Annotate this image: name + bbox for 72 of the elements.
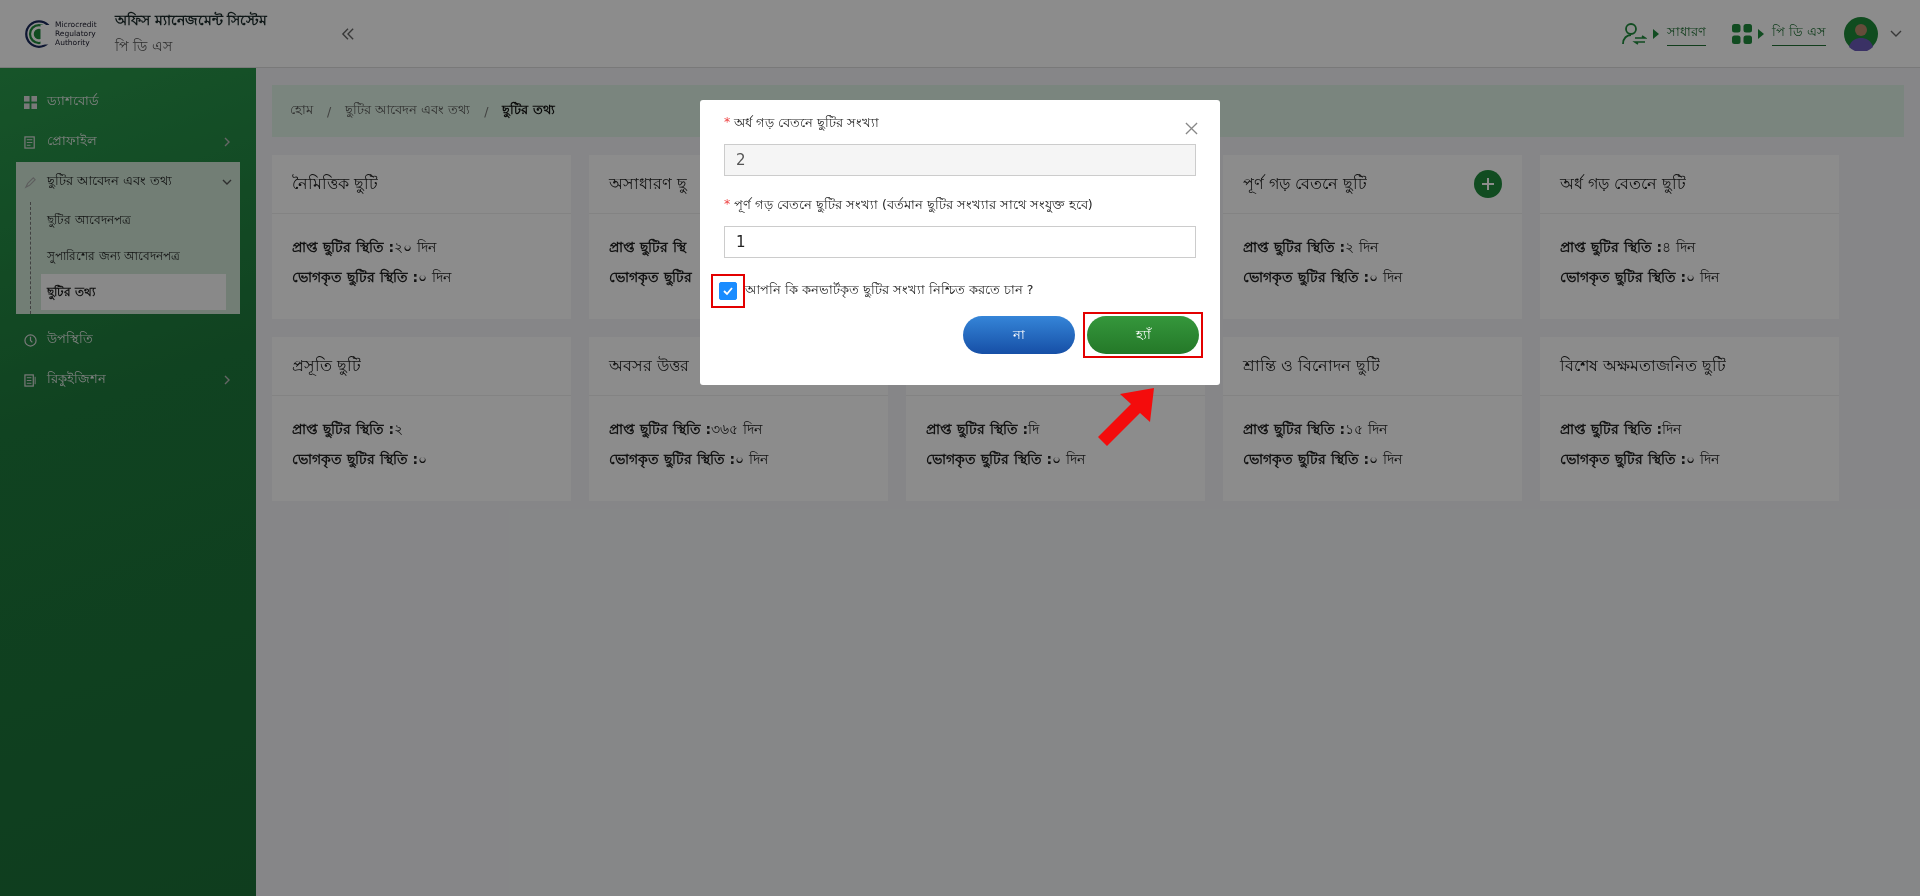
leave-balance: ভোগকৃত ছুটির স্থিতি :০ দিন — [1243, 449, 1402, 470]
submenu-item[interactable]: সুপারিশের জন্য আবেদনপত্র — [41, 238, 240, 274]
sidebar-label: ড্যাশবোর্ড — [47, 92, 100, 110]
checkbox[interactable] — [719, 282, 737, 300]
app-title: অফিস ম্যানেজমেন্ট সিস্টেম — [114, 10, 268, 30]
breadcrumb-link[interactable]: হোম — [290, 101, 313, 121]
card-title: অবসর উত্তর — [609, 354, 690, 377]
sidebar-item[interactable]: ছুটির আবেদন এবং তথ্য — [16, 162, 240, 202]
caret-icon — [1652, 28, 1659, 39]
grid-icon[interactable] — [1731, 23, 1752, 44]
leave-balance: প্রাপ্ত ছুটির স্থিতি :২ — [292, 419, 404, 440]
leave-balance: ভোগকৃত ছুটির স্থিতি :০ দিন — [1243, 267, 1402, 288]
card-title: বিশেষ অক্ষমতাজনিত ছুটি — [1560, 354, 1727, 378]
leave-balance: প্রাপ্ত ছুটির স্থি — [609, 237, 686, 258]
chevron-down-icon[interactable] — [1890, 29, 1902, 38]
sidebar-item[interactable]: রিকুইজিশন — [16, 360, 240, 400]
leave-balance: ভোগকৃত ছুটির স্থিতি :০ দিন — [926, 449, 1085, 470]
sidebar-item[interactable]: প্রোফাইল — [16, 122, 240, 162]
leave-balance: ভোগকৃত ছুটির স্থিতি :০ দিন — [1560, 449, 1719, 470]
leave-balance: ভোগকৃত ছুটির স্থিতি :০ দিন — [292, 267, 451, 288]
caret-icon — [1757, 28, 1764, 39]
add-button[interactable] — [1474, 170, 1502, 198]
sidebar-item[interactable]: উপস্থিতি — [16, 320, 240, 360]
cancel-button[interactable]: না — [963, 316, 1075, 354]
document-icon — [24, 373, 37, 387]
sidebar-item[interactable]: ড্যাশবোর্ড — [16, 82, 240, 122]
leave-balance: প্রাপ্ত ছুটির স্থিতি :৩৬৫ দিন — [609, 419, 762, 440]
sidebar-label: রিকুইজিশন — [47, 370, 107, 389]
leave-balance: প্রাপ্ত ছুটির স্থিতি :৪ দিন — [1560, 237, 1695, 258]
required-mark: * — [724, 114, 731, 131]
card-title: পূর্ণ গড় বেতনে ছুটি — [1243, 172, 1368, 196]
sidebar-label: উপস্থিতি — [47, 330, 94, 348]
submenu-item[interactable]: ছুটির আবেদনপত্র — [41, 202, 240, 238]
clock-icon — [24, 333, 37, 347]
breadcrumb-link[interactable]: ছুটির আবেদন এবং তথ্য — [345, 101, 471, 121]
leave-balance: প্রাপ্ত ছুটির স্থিতি :দিন — [1560, 419, 1682, 440]
avatar[interactable] — [1844, 16, 1878, 51]
leave-balance: ভোগকৃত ছুটির স্থিতি :০ — [292, 449, 428, 470]
card-title: শ্রান্তি ও বিনোদন ছুটি — [1243, 354, 1381, 378]
input-field[interactable]: 1 — [724, 226, 1196, 258]
card-title: প্রসূতি ছুটি — [292, 354, 362, 378]
leave-balance: ভোগকৃত ছুটির স্থিতি :০ দিন — [1560, 267, 1719, 288]
leave-balance: প্রাপ্ত ছুটির স্থিতি :১৫ দিন — [1243, 419, 1387, 440]
close-icon[interactable] — [1185, 122, 1198, 135]
dashboard-icon — [24, 95, 37, 109]
office-link[interactable]: পি ডি এস — [1771, 21, 1826, 46]
card-title: অর্ধ গড় বেতনে ছুটি — [1560, 172, 1687, 196]
checkmark-icon — [722, 285, 734, 297]
app-subtitle: পি ডি এস — [114, 36, 174, 56]
leave-balance: প্রাপ্ত ছুটির স্থিতি :২০ দিন — [292, 237, 436, 258]
required-mark: * — [724, 196, 731, 213]
notebook-icon — [24, 135, 37, 149]
field-label: অর্ধ গড় বেতনে ছুটির সংখ্যা — [734, 114, 880, 133]
collapse-icon[interactable] — [341, 27, 356, 40]
sidebar-label: প্রোফাইল — [47, 132, 98, 150]
user-switch-icon[interactable] — [1620, 21, 1647, 46]
leave-balance: প্রাপ্ত ছুটির স্থিতি :২ দিন — [1243, 237, 1378, 258]
field-label: পূর্ণ গড় বেতনে ছুটির সংখ্যা (বর্তমান ছুটির সংখ্যার সাথে সংযুক্ত হবে) — [734, 196, 1093, 215]
pencil-icon — [24, 175, 37, 189]
breadcrumb-link[interactable]: ছুটির তথ্য — [502, 101, 555, 121]
confirm-button[interactable]: হ্যাঁ — [1087, 316, 1199, 354]
sidebar-label: ছুটির আবেদন এবং তথ্য — [47, 172, 173, 191]
role-link[interactable]: সাধারণ — [1666, 21, 1706, 46]
submenu-item[interactable]: ছুটির তথ্য — [41, 274, 226, 310]
checkbox-label: আপনি কি কনভার্টকৃত ছুটির সংখ্যা নিশ্চিত করতে চান ? — [745, 281, 1034, 300]
leave-balance: ভোগকৃত ছুটির স্থিতি :০ দিন — [609, 449, 768, 470]
leave-balance: ভোগকৃত ছুটির — [609, 267, 692, 288]
leave-balance: প্রাপ্ত ছুটির স্থিতি :দি — [926, 419, 1040, 440]
breadcrumb-separator: / — [484, 103, 489, 119]
card-title: নৈমিত্তিক ছুটি — [292, 172, 379, 196]
breadcrumb-separator: / — [327, 103, 332, 119]
card-title: অসাধারণ ছু — [609, 172, 688, 196]
